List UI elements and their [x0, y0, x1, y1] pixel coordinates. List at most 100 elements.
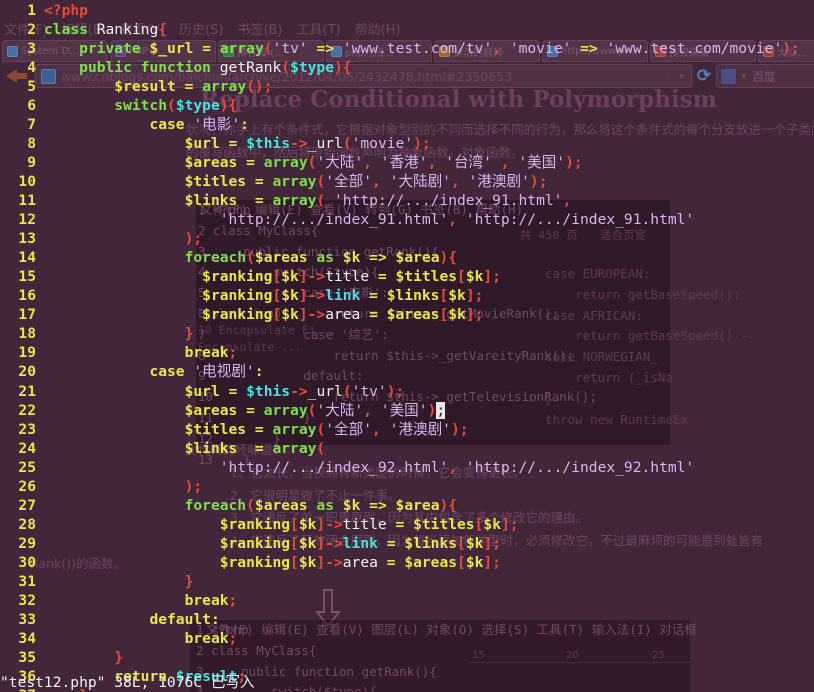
editor-line[interactable]: 11 $links = array( 'http://.../index_91.… — [0, 191, 814, 210]
editor-line[interactable]: 3 private $_url = array('tv' => 'www.tes… — [0, 39, 814, 58]
line-number: 20 — [0, 362, 36, 381]
editor-line[interactable]: 7 case '电影': — [0, 115, 814, 134]
editor-line[interactable]: 19 break; — [0, 343, 814, 362]
editor-line[interactable]: 12 'http://.../index_91.html', 'http://.… — [0, 210, 814, 229]
line-number: 5 — [0, 77, 36, 96]
line-number: 24 — [0, 439, 36, 458]
line-code[interactable]: 'http://.../index_91.html', 'http://.../… — [44, 210, 694, 229]
editor-line[interactable]: 27 foreach($areas as $k => $area){ — [0, 496, 814, 515]
line-code[interactable]: $areas = array('大陆', '美国'); — [44, 401, 445, 420]
line-code[interactable]: break; — [44, 343, 237, 362]
line-number: 11 — [0, 191, 36, 210]
line-code[interactable]: case '电视剧': — [44, 362, 264, 381]
line-code[interactable]: ); — [44, 477, 202, 496]
line-code[interactable]: $ranking[$k]->link = $links[$k]; — [44, 286, 483, 305]
editor-line[interactable]: 23 $titles = array('全部', '港澳剧'); — [0, 420, 814, 439]
line-code[interactable]: $areas = array('大陆', '香港', '台湾' , '美国'); — [44, 153, 583, 172]
editor-line[interactable]: 10 $titles = array('全部', '大陆剧', '港澳剧'); — [0, 172, 814, 191]
line-number: 8 — [0, 134, 36, 153]
editor-line[interactable]: 25 'http://.../index_92.html', 'http://.… — [0, 458, 814, 477]
editor-line[interactable]: 35 } — [0, 648, 814, 667]
line-number: 28 — [0, 515, 36, 534]
line-code[interactable]: <?php — [44, 1, 88, 20]
line-code[interactable]: $ranking[$k]->area = $areas[$k]; — [44, 305, 483, 324]
editor-line[interactable]: 20 case '电视剧': — [0, 362, 814, 381]
line-number: 33 — [0, 610, 36, 629]
line-code[interactable]: ); — [44, 229, 202, 248]
line-code[interactable]: $url = $this->_url('movie'); — [44, 134, 431, 153]
line-number: 12 — [0, 210, 36, 229]
line-code[interactable]: class Ranking{ — [44, 20, 167, 39]
editor-line[interactable]: 28 $ranking[$k]->title = $titles[$k]; — [0, 515, 814, 534]
editor-line[interactable]: 17 $ranking[$k]->area = $areas[$k]; — [0, 305, 814, 324]
line-number: 34 — [0, 629, 36, 648]
line-number: 9 — [0, 153, 36, 172]
line-code[interactable]: $ranking[$k]->area = $areas[$k]; — [44, 553, 501, 572]
line-code[interactable]: $ranking[$k]->title = $titles[$k]; — [44, 515, 519, 534]
line-code[interactable]: $titles = array('全部', '大陆剧', '港澳剧'); — [44, 172, 547, 191]
line-code[interactable]: break; — [44, 591, 237, 610]
editor-line[interactable]: 18 } — [0, 324, 814, 343]
line-code[interactable]: foreach($areas as $k => $area){ — [44, 496, 457, 515]
editor-line[interactable]: 4 public function getRank($type){ — [0, 58, 814, 77]
line-number: 27 — [0, 496, 36, 515]
line-code[interactable]: $links = array( 'http://.../index_91.htm… — [44, 191, 571, 210]
editor-line[interactable]: 22 $areas = array('大陆', '美国'); — [0, 401, 814, 420]
editor-line[interactable]: 15 $ranking[$k]->title = $titles[$k]; — [0, 267, 814, 286]
line-number: 22 — [0, 401, 36, 420]
editor-line[interactable]: 33 default: — [0, 610, 814, 629]
line-code[interactable]: $links = array( — [44, 439, 325, 458]
line-code[interactable]: $ranking[$k]->title = $titles[$k]; — [44, 267, 501, 286]
line-number: 30 — [0, 553, 36, 572]
line-code[interactable]: $url = $this->_url('tv'); — [44, 382, 404, 401]
line-code[interactable]: break; — [44, 629, 237, 648]
editor-line[interactable]: 6 switch($type){ — [0, 96, 814, 115]
line-code[interactable]: foreach($areas as $k => $area){ — [44, 248, 457, 267]
editor-line[interactable]: 21 $url = $this->_url('tv'); — [0, 382, 814, 401]
line-code[interactable]: public function getRank($type){ — [44, 58, 352, 77]
line-number: 21 — [0, 382, 36, 401]
line-number: 10 — [0, 172, 36, 191]
editor-line[interactable]: 1 <?php — [0, 1, 814, 20]
editor-line[interactable]: 30 $ranking[$k]->area = $areas[$k]; — [0, 553, 814, 572]
line-code[interactable]: } — [44, 648, 123, 667]
line-code[interactable]: switch($type){ — [44, 96, 237, 115]
line-number: 13 — [0, 229, 36, 248]
line-code[interactable]: default: — [44, 610, 220, 629]
line-number: 25 — [0, 458, 36, 477]
editor-line[interactable]: 32 break; — [0, 591, 814, 610]
editor-line[interactable]: 34 break; — [0, 629, 814, 648]
line-code[interactable]: } — [44, 324, 193, 343]
editor-line[interactable]: 29 $ranking[$k]->link = $links[$k]; — [0, 534, 814, 553]
line-code[interactable]: private $_url = array('tv' => 'www.test.… — [44, 39, 800, 58]
line-number: 29 — [0, 534, 36, 553]
line-code[interactable]: $ranking[$k]->link = $links[$k]; — [44, 534, 501, 553]
line-number: 31 — [0, 572, 36, 591]
line-code[interactable]: case '电影': — [44, 115, 249, 134]
line-code[interactable]: $titles = array('全部', '港澳剧'); — [44, 420, 469, 439]
editor-line[interactable]: 31 } — [0, 572, 814, 591]
line-number: 3 — [0, 39, 36, 58]
line-code[interactable]: } — [44, 572, 193, 591]
line-number: 6 — [0, 96, 36, 115]
vim-status-line: "test12.php" 38L, 1076C 已写入 — [0, 673, 814, 692]
line-code[interactable]: 'http://.../index_92.html', 'http://.../… — [44, 458, 694, 477]
editor-line[interactable]: 24 $links = array( — [0, 439, 814, 458]
line-number: 32 — [0, 591, 36, 610]
line-number: 17 — [0, 305, 36, 324]
line-number: 23 — [0, 420, 36, 439]
screen: 文件(F) 编辑(E) 查看(V) 历史(S) 书签(B) 工具(T) 帮助(H… — [0, 0, 814, 692]
editor-line[interactable]: 2 class Ranking{ — [0, 20, 814, 39]
line-code[interactable]: $result = array(); — [44, 77, 273, 96]
editor-line[interactable]: 16 $ranking[$k]->link = $links[$k]; — [0, 286, 814, 305]
editor-line[interactable]: 26 ); — [0, 477, 814, 496]
line-number: 7 — [0, 115, 36, 134]
editor-line[interactable]: 9 $areas = array('大陆', '香港', '台湾' , '美国'… — [0, 153, 814, 172]
editor-line[interactable]: 14 foreach($areas as $k => $area){ — [0, 248, 814, 267]
line-number: 1 — [0, 1, 36, 20]
editor-line[interactable]: 13 ); — [0, 229, 814, 248]
terminal-vim-editor[interactable]: 1<?php2class Ranking{3 private $_url = a… — [0, 0, 814, 692]
editor-line[interactable]: 8 $url = $this->_url('movie'); — [0, 134, 814, 153]
line-number: 2 — [0, 20, 36, 39]
editor-line[interactable]: 5 $result = array(); — [0, 77, 814, 96]
